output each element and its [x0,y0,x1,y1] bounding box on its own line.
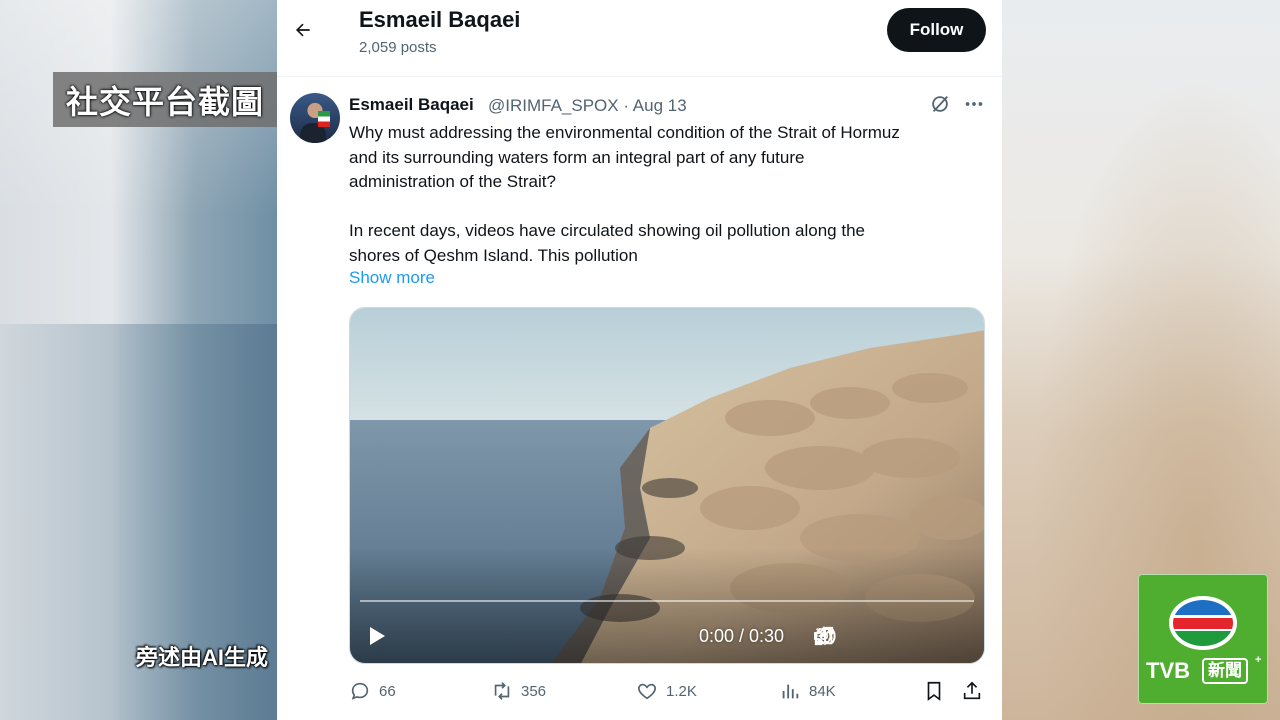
like-action[interactable]: 1.2K [636,680,697,702]
tweet-handle-date[interactable]: @IRIMFA_SPOX · Aug 13 [488,96,687,116]
caption-social-screenshot: 社交平台截圖 [53,72,277,127]
views-icon[interactable] [779,680,801,702]
video-frame [350,308,984,663]
video-progress-bar[interactable] [360,600,974,602]
tweet-actions: 66 356 1.2K 84K [349,680,985,706]
tvb-news-text: 新聞 [1202,658,1248,684]
tweet-text: Why must addressing the environmental co… [349,123,900,265]
reply-count: 66 [379,682,396,700]
profile-header: Esmaeil Baqaei 2,059 posts Follow [277,0,1002,76]
views-count: 84K [809,682,836,700]
show-more-link[interactable]: Show more [349,268,435,288]
tvb-plus-text: + [1255,654,1262,666]
video-time: 0:00 / 0:30 [699,626,785,646]
narration-caption: 旁述由AI生成 [136,645,269,670]
grok-icon[interactable] [929,93,951,115]
post-count: 2,059 posts [359,39,437,56]
like-count: 1.2K [666,682,697,700]
post-panel: Esmaeil Baqaei 2,059 posts Follow Esmaei… [277,0,1002,720]
reply-icon[interactable] [349,680,371,702]
tweet-top-icons [929,93,985,115]
share-action[interactable] [961,680,983,702]
like-icon[interactable] [636,680,658,702]
more-icon[interactable] [963,93,985,115]
views-action[interactable]: 84K [779,680,836,702]
video-player[interactable]: 0:00 / 0:30 [349,307,985,664]
tweet-author-name[interactable]: Esmaeil Baqaei [349,95,474,115]
profile-name: Esmaeil Baqaei [359,7,521,32]
reply-action[interactable]: 66 [349,680,396,702]
tvb-news-logo: TVB 新聞 + [1138,574,1268,704]
avatar[interactable] [290,93,340,143]
tvb-logo-text: TVB [1146,658,1190,683]
header-divider [277,76,1002,77]
back-arrow-icon[interactable] [291,18,315,42]
repost-action[interactable]: 356 [491,680,546,702]
follow-button[interactable]: Follow [887,8,986,52]
repost-icon[interactable] [491,680,513,702]
bookmark-action[interactable] [923,680,945,702]
bookmark-icon[interactable] [923,680,945,702]
share-icon[interactable] [961,680,983,702]
repost-count: 356 [521,682,547,700]
tvb-globe-icon [1169,596,1237,650]
